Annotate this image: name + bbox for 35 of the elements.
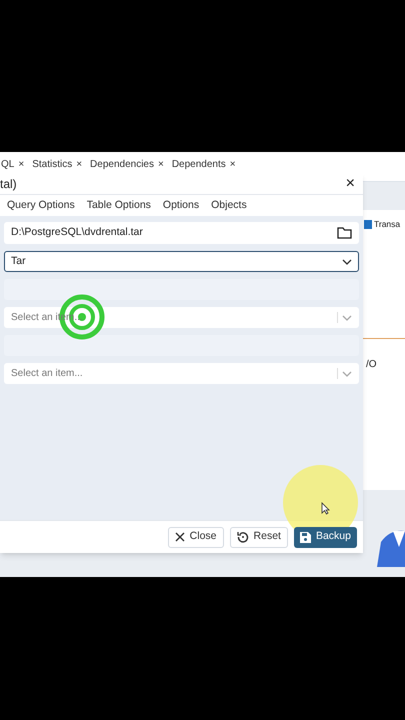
folder-icon[interactable] <box>337 227 352 239</box>
field-value: Tar <box>11 254 26 269</box>
panel-label: /O <box>366 358 377 372</box>
field-value: D:\PostgreSQL\dvdrental.tar <box>11 225 143 240</box>
tab-label[interactable]: Dependencies <box>90 159 154 171</box>
separator <box>337 368 338 379</box>
file-path-field[interactable]: D:\PostgreSQL\dvdrental.tar <box>4 222 359 244</box>
close-icon[interactable]: × <box>230 159 236 171</box>
save-icon <box>300 532 311 542</box>
tab-label[interactable]: Dependents <box>172 159 226 171</box>
chevron-down-icon <box>342 314 352 320</box>
dialog-title: tal) <box>0 176 17 192</box>
close-icon[interactable]: × <box>18 159 24 171</box>
close-button[interactable]: Close <box>168 526 224 548</box>
tab[interactable]: Options <box>162 198 200 214</box>
field-placeholder: Select an item... <box>11 367 83 381</box>
chevron-down-icon <box>342 258 352 264</box>
tab[interactable]: Table Options <box>86 198 151 214</box>
chevron-down-icon <box>342 370 352 376</box>
select-field[interactable]: Select an item... <box>4 363 359 384</box>
reset-button[interactable]: Reset <box>230 526 288 548</box>
cursor-icon <box>321 502 330 515</box>
separator <box>337 312 338 323</box>
tab[interactable]: Objects <box>211 198 247 214</box>
close-icon[interactable]: × <box>76 159 82 171</box>
tab-label[interactable]: QL <box>1 159 14 171</box>
tab-label[interactable]: Statistics <box>32 159 72 171</box>
reset-icon <box>236 531 249 543</box>
backup-button[interactable]: Backup <box>294 526 357 548</box>
close-icon <box>174 532 185 542</box>
chart-line <box>362 338 405 339</box>
tab[interactable]: Query Options <box>7 198 75 214</box>
legend-label: Transa <box>374 218 400 231</box>
close-icon[interactable]: × <box>158 159 164 171</box>
select-field[interactable]: Tar <box>4 251 359 272</box>
